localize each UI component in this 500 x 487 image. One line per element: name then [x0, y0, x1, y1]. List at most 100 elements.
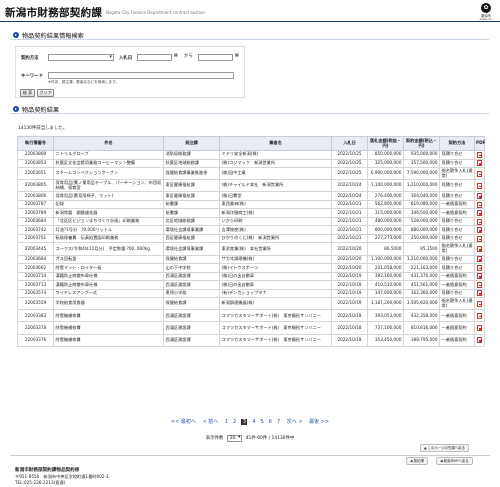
pdf-icon[interactable] — [477, 264, 482, 271]
results-table: 執行簿番号 件名 発注課 業者名 入札日 落札金額(税抜・円) 契約金額(税込・円) 契約方法… — [17, 136, 485, 347]
pdf-icon[interactable] — [477, 325, 482, 332]
row-bid-date: 2022/10/20 — [331, 263, 368, 273]
pdf-icon[interactable] — [477, 337, 482, 344]
pdf-icon[interactable] — [477, 151, 482, 158]
search-button[interactable]: 検 索 — [20, 89, 35, 97]
row-pdf-cell — [474, 179, 485, 193]
pager-page-link[interactable]: 1 — [225, 419, 228, 425]
contract-method-select[interactable] — [48, 54, 114, 61]
row-bid-amount: 6,900,000,000 — [367, 166, 404, 181]
row-id[interactable]: 22003787 — [17, 199, 54, 210]
clear-button[interactable]: クリア — [37, 89, 54, 97]
row-id[interactable]: 22003853 — [17, 158, 54, 168]
pager-page-link[interactable]: 3 — [241, 419, 248, 425]
pager-page-link[interactable]: 6 — [269, 419, 272, 425]
pager-next-link[interactable]: 次へ > — [287, 418, 303, 425]
keyword-input[interactable] — [48, 72, 234, 79]
row-id[interactable]: 22003662 — [17, 263, 54, 273]
per-page-select[interactable]: 20 — [226, 435, 243, 442]
column-header: 件名 — [53, 136, 164, 151]
row-item-name: 灯油?1号分 ?0,000リットル — [53, 225, 164, 235]
row-contract-method: 指名競争入札(通常) — [439, 166, 475, 181]
row-vendor: (有)デンカショップタナ — [219, 288, 332, 299]
pdf-icon[interactable] — [477, 182, 482, 189]
pdf-icon[interactable] — [477, 201, 482, 208]
row-bid-amount: 201,058,000 — [367, 263, 404, 273]
pdf-icon[interactable] — [477, 300, 482, 307]
pager-page-link[interactable]: 7 — [277, 419, 280, 425]
row-id[interactable]: 22003789 — [17, 208, 54, 218]
row-bid-date: 2022/10/24 — [331, 179, 368, 193]
pdf-icon[interactable] — [477, 245, 482, 252]
pdf-icon[interactable] — [477, 273, 482, 280]
row-id[interactable]: 22003378 — [17, 321, 54, 335]
pager-page-link[interactable]: 4 — [252, 419, 255, 425]
row-bid-amount: 1,100,000,000 — [367, 179, 404, 193]
pager-page-link[interactable]: 2 — [233, 419, 236, 425]
row-id[interactable]: 22003445 — [17, 242, 54, 256]
row-id[interactable]: 22003714 — [17, 271, 54, 282]
row-id[interactable]: 22003809 — [17, 150, 54, 160]
row-bid-date: 2022/10/18 — [331, 309, 368, 323]
back-to-top-button[interactable]: ▲ このページの先頭へ戻る — [420, 444, 469, 452]
row-id[interactable]: 22003742 — [17, 225, 54, 235]
bid-date-from-input[interactable] — [137, 54, 172, 61]
pdf-icon[interactable] — [477, 227, 482, 234]
row-id[interactable]: 22003376 — [17, 333, 54, 347]
pdf-icon[interactable] — [477, 210, 482, 217]
pager-page-link[interactable]: 5 — [261, 419, 264, 425]
pdf-icon[interactable] — [477, 160, 482, 167]
column-header: 入札日 — [331, 136, 368, 151]
row-id[interactable]: 22003713 — [17, 280, 54, 290]
city-top-link[interactable]: ◀ 新潟市HPへ戻る — [436, 457, 473, 465]
calendar-from-icon[interactable]: ▦ — [174, 52, 178, 57]
pdf-icon[interactable] — [477, 281, 482, 288]
pdf-icon[interactable] — [477, 290, 482, 297]
row-contract-amount: 935,000,000 — [403, 150, 440, 160]
row-id[interactable]: 22003383 — [17, 309, 54, 323]
row-id[interactable]: 22003651 — [17, 166, 54, 181]
row-contract-method: 一者随意契約 — [439, 309, 475, 323]
contract-top-link[interactable]: ◀ 契約課 — [406, 457, 428, 465]
row-pdf-cell — [474, 288, 485, 299]
row-id[interactable]: 22003684 — [17, 216, 54, 227]
row-id[interactable]: 22003701 — [17, 233, 54, 244]
pager-prev-link[interactable]: < 前へ — [202, 418, 218, 425]
row-item-name: 除雪機補修費 — [53, 309, 164, 323]
row-contract-method: 見積り合せ — [439, 254, 475, 265]
pagination: << 最初へ < 前へ 1234567 次へ > 最後 >> — [0, 418, 500, 425]
table-row: 22003742 灯油?1号分 ?0,000リットル 環境社会課境事業課 吉澤物産(株… — [17, 225, 485, 235]
calendar-to-icon[interactable]: ▦ — [235, 52, 239, 57]
pdf-icon[interactable] — [477, 312, 482, 319]
pdf-icon[interactable] — [477, 235, 482, 242]
row-vendor: コマツカスタマーサポート(株) 東京開拓サンバニー — [219, 333, 332, 347]
row-id[interactable]: 22003574 — [17, 288, 54, 299]
row-bid-date: 2022/10/21 — [331, 233, 368, 244]
pager-first-link[interactable]: << 最初へ — [171, 418, 196, 425]
pager-last-link[interactable]: 最後 >> — [309, 418, 329, 425]
row-department: 北区地域総務課 — [163, 216, 220, 227]
row-contract-method: 一者随意契約 — [439, 333, 475, 347]
bid-date-to-input[interactable] — [198, 54, 233, 61]
city-logo[interactable]: ✿ 新潟市 Niigata City — [478, 3, 494, 21]
row-contract-amount: 346,500,000 — [403, 208, 440, 218]
row-contract-method: 一者随意契約 — [439, 321, 475, 335]
row-item-name: 保育用品(鷹ノ巣用品テーブル、パーテーション、布団収納棚、保育室 — [53, 179, 164, 193]
row-pdf-cell — [474, 150, 485, 160]
pdf-icon[interactable] — [477, 193, 482, 200]
row-item-name: 漢籍防止剤散布車仕様 — [53, 271, 164, 282]
row-pdf-cell — [474, 233, 485, 244]
row-id[interactable]: 22003805 — [17, 179, 54, 193]
row-bid-date: 2022/10/19 — [331, 271, 368, 282]
row-id[interactable]: 22003559 — [17, 297, 54, 311]
row-id[interactable]: 22003806 — [17, 191, 54, 201]
row-id[interactable]: 22003664 — [17, 254, 54, 265]
row-item-name: 学校給食用食器 — [53, 297, 164, 311]
pdf-icon[interactable] — [477, 218, 482, 225]
row-bid-date: 2022/10/20 — [331, 242, 368, 256]
section-bullet-icon — [13, 32, 19, 38]
pdf-icon[interactable] — [477, 170, 482, 177]
pdf-icon[interactable] — [477, 256, 482, 263]
site-title[interactable]: 新潟市財務部契約課 — [5, 5, 102, 20]
results-section-header: 物品契約結果 — [10, 104, 489, 114]
